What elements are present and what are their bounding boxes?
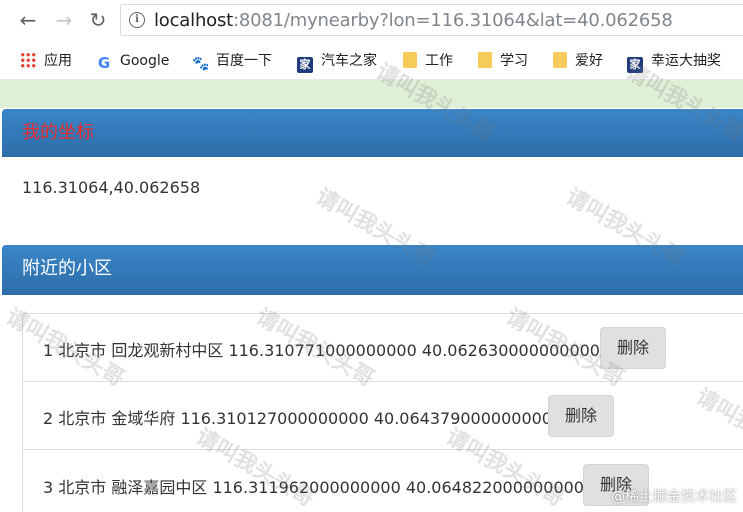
bookmark-folder-work[interactable]: 工作 xyxy=(403,51,453,71)
delete-button[interactable]: 删除 xyxy=(600,327,666,369)
url-host: localhost xyxy=(154,10,233,31)
bookmark-autohome[interactable]: 家汽车之家 xyxy=(297,51,377,73)
bookmark-label: 应用 xyxy=(44,53,72,69)
delete-button[interactable]: 删除 xyxy=(548,395,614,437)
list-item-text: 1 北京市 回龙观新村中区 116.310771000000000 40.062… xyxy=(43,341,600,360)
forward-arrow-icon[interactable]: → xyxy=(52,8,76,32)
autohome-icon: 家 xyxy=(627,57,643,73)
nearby-panel-title: 附近的小区 xyxy=(22,258,112,279)
bookmark-google[interactable]: G Google xyxy=(96,51,170,72)
list-item: 2 北京市 金域华府 116.310127000000000 40.064379… xyxy=(23,382,743,450)
apps-grid-icon xyxy=(20,52,36,68)
bookmark-lucky-draw[interactable]: 家幸运大抽奖 xyxy=(627,51,721,73)
bookmark-label: 汽车之家 xyxy=(321,53,377,69)
folder-icon xyxy=(478,52,492,68)
nearby-list: 1 北京市 回龙观新村中区 116.310771000000000 40.062… xyxy=(22,313,743,512)
bookmarks-bar: 应用 G Google 🐾 百度一下 家汽车之家 工作 学习 爱好 家幸运大抽奖 xyxy=(0,42,743,80)
bookmark-label: 工作 xyxy=(425,53,453,69)
back-arrow-icon[interactable]: ← xyxy=(16,8,40,32)
corner-watermark: @稀土掘金技术社区 xyxy=(611,489,737,505)
bookmark-baidu[interactable]: 🐾 百度一下 xyxy=(192,51,272,72)
list-item-text: 3 北京市 融泽嘉园中区 116.311962000000000 40.0648… xyxy=(43,478,584,497)
folder-icon xyxy=(403,52,417,68)
bookmark-label: Google xyxy=(120,53,170,69)
alert-strip xyxy=(0,80,743,108)
google-icon: G xyxy=(97,54,111,72)
coord-panel-header: 我的坐标 xyxy=(2,109,743,157)
nearby-panel-header: 附近的小区 xyxy=(2,245,743,295)
list-item-text: 2 北京市 金域华府 116.310127000000000 40.064379… xyxy=(43,409,552,428)
folder-icon xyxy=(553,52,567,68)
list-item: 1 北京市 回龙观新村中区 116.310771000000000 40.062… xyxy=(23,314,743,382)
info-icon[interactable]: i xyxy=(129,12,145,28)
bookmark-folder-hobby[interactable]: 爱好 xyxy=(553,51,603,71)
browser-toolbar: ← → ↻ i localhost:8081/mynearby?lon=116.… xyxy=(0,0,743,42)
browser-window: ← → ↻ i localhost:8081/mynearby?lon=116.… xyxy=(0,0,743,512)
url-text[interactable]: localhost:8081/mynearby?lon=116.31064&la… xyxy=(154,10,673,31)
coord-panel-title: 我的坐标 xyxy=(22,122,94,143)
reload-icon[interactable]: ↻ xyxy=(86,8,110,32)
baidu-paw-icon: 🐾 xyxy=(192,56,210,72)
bookmark-label: 爱好 xyxy=(575,53,603,69)
url-path: :8081/mynearby?lon=116.31064&lat=40.0626… xyxy=(233,10,673,31)
bookmark-label: 幸运大抽奖 xyxy=(651,53,721,69)
bookmark-label: 百度一下 xyxy=(216,53,272,69)
coord-value: 116.31064,40.062658 xyxy=(22,178,201,197)
bookmark-label: 学习 xyxy=(500,53,528,69)
autohome-icon: 家 xyxy=(297,57,313,73)
address-bar[interactable]: i localhost:8081/mynearby?lon=116.31064&… xyxy=(120,4,743,36)
bookmark-apps[interactable]: 应用 xyxy=(20,51,72,71)
bookmark-folder-study[interactable]: 学习 xyxy=(478,51,528,71)
